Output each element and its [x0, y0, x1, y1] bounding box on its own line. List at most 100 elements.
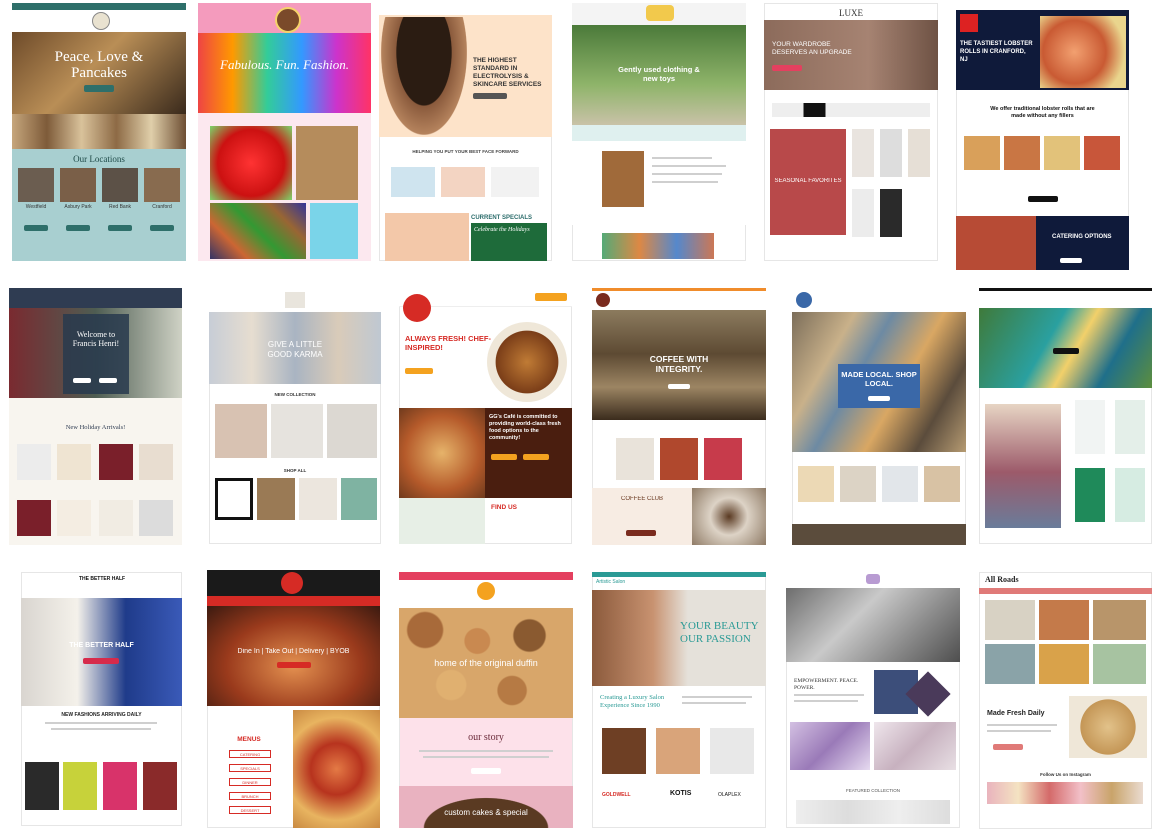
hero-button[interactable] — [473, 93, 507, 99]
featured-image — [985, 404, 1061, 528]
tile-resort-fashion[interactable] — [979, 288, 1152, 544]
hero-image — [198, 33, 371, 113]
tile-good-karma-boutique[interactable]: GIVE A LITTLE GOOD KARMA NEW COLLECTION … — [209, 288, 381, 544]
product-image — [1075, 468, 1105, 522]
hero-button[interactable] — [405, 368, 433, 374]
tile-pancake-restaurant[interactable]: Peace, Love & Pancakes Our Locations Wes… — [12, 3, 186, 261]
section-title: HELPING YOU PUT YOUR BEST FACE FORWARD — [412, 149, 519, 154]
product-image — [310, 203, 358, 259]
menu-link[interactable]: SPECIALS — [229, 764, 271, 772]
location-photo — [18, 168, 54, 202]
location-button[interactable] — [66, 225, 90, 231]
tile-pizzeria[interactable]: Dine In | Take Out | Delivery | BYOB MEN… — [207, 570, 380, 828]
tile-kids-consignment[interactable]: Gently used clothing & new toys — [572, 3, 746, 261]
menu-image — [1084, 136, 1120, 170]
findus-title: FIND US — [491, 504, 517, 511]
tile-made-local-shop[interactable]: MADE LOCAL. SHOP LOCAL. — [792, 288, 966, 545]
hero-button[interactable] — [83, 658, 119, 664]
nav-bar — [979, 288, 1152, 308]
product-image — [327, 404, 377, 458]
tile-hair-salon[interactable]: Artistic Salon YOUR BEAUTY OUR PASSION C… — [592, 572, 766, 828]
cake-title: custom cakes & special — [444, 808, 528, 817]
product-image — [139, 500, 173, 536]
product-image — [1115, 400, 1145, 454]
section-title: NEW COLLECTION — [274, 392, 316, 397]
collection-image — [790, 722, 870, 770]
tile-luxe-boutique[interactable]: LUXE YOUR WARDROBE DESERVES AN UPGRADE S… — [764, 3, 938, 261]
tile-skincare-salon[interactable]: THE HIGHEST STANDARD IN ELECTROLYSIS & S… — [379, 3, 552, 261]
story-button[interactable] — [471, 768, 501, 774]
product-image — [103, 762, 137, 810]
coffee-cup-image — [692, 488, 766, 545]
hero-button[interactable] — [73, 378, 91, 383]
order-button[interactable] — [535, 293, 567, 301]
hero-button[interactable] — [1053, 348, 1079, 354]
hero-button[interactable] — [668, 384, 690, 389]
section-title: NEW FASHIONS ARRIVING DAILY — [61, 712, 142, 718]
hero-image — [786, 588, 960, 662]
menu-link[interactable]: DESSERT — [229, 806, 271, 814]
product-image — [57, 444, 91, 480]
tile-better-half-boutique[interactable]: THE BETTER HALF THE BETTER HALF NEW FASH… — [21, 572, 182, 826]
hero-button[interactable] — [99, 378, 117, 383]
logo-icon — [281, 572, 303, 594]
menu-link[interactable]: BRUNCH — [229, 792, 271, 800]
burger-image — [487, 322, 567, 402]
hero-title: GIVE A LITTLE GOOD KARMA — [267, 340, 323, 359]
hero-title: THE BETTER HALF — [69, 642, 134, 649]
location-button[interactable] — [150, 225, 174, 231]
location-photo — [60, 168, 96, 202]
storefront-image — [602, 151, 644, 207]
catering-button[interactable] — [1060, 258, 1082, 263]
tile-lobster-shack[interactable]: THE TASTIEST LOBSTER ROLLS IN CRANFORD, … — [956, 10, 1129, 270]
location-button[interactable] — [24, 225, 48, 231]
cookie-image — [1069, 696, 1147, 758]
tile-bakery[interactable]: home of the original duffin our story cu… — [399, 572, 573, 828]
hero-button[interactable] — [84, 85, 114, 92]
hero-button[interactable] — [277, 662, 311, 668]
club-button[interactable] — [626, 530, 656, 536]
tile-gg-cafe[interactable]: ALWAYS FRESH! CHEF-INSPIRED! GG's Café i… — [399, 288, 572, 544]
top-bar — [399, 572, 573, 580]
product-image — [143, 762, 177, 810]
logo-icon — [275, 7, 301, 33]
location-photo — [144, 168, 180, 202]
product-image — [210, 126, 292, 200]
product-image — [296, 126, 358, 200]
menu-link[interactable]: CATERING — [229, 750, 271, 758]
product-image — [341, 478, 377, 520]
hero-image — [1040, 16, 1126, 88]
product-image — [616, 438, 654, 480]
service-image — [656, 728, 700, 774]
service-image — [710, 728, 754, 774]
nav-bar — [592, 288, 766, 310]
tile-crystal-sanctuary[interactable]: EMPOWERMENT. PEACE. POWER. FEATURED COLL… — [786, 572, 960, 828]
section-title: MENUS — [237, 736, 261, 743]
tile-all-roads-bakery[interactable]: All Roads Made Fresh Daily Follow Us on … — [979, 572, 1152, 829]
product-image — [908, 129, 930, 177]
tile-coffee-roaster[interactable]: COFFEE WITH INTEGRITY. COFFEE CLUB — [592, 288, 766, 545]
hero-button[interactable] — [772, 65, 802, 71]
hero-title: Gently used clothing & new toys — [618, 65, 700, 83]
menu-button[interactable] — [1028, 196, 1058, 202]
product-image — [880, 129, 902, 177]
section-title: Creating a Luxury Salon Experience Since… — [600, 694, 665, 709]
section-title: COFFEE CLUB — [620, 496, 663, 502]
category-image — [924, 466, 960, 502]
shop-button[interactable] — [993, 744, 1023, 750]
mission-button[interactable] — [523, 454, 549, 460]
menu-link[interactable]: DINNER — [229, 778, 271, 786]
store-logo — [215, 478, 253, 520]
catering-title: CATERING OPTIONS — [1052, 234, 1112, 240]
tile-candy-shop[interactable]: Fabulous. Fun. Fashion. — [198, 3, 371, 261]
location-button[interactable] — [108, 225, 132, 231]
brand-logo: GOLDWELL — [602, 792, 631, 798]
product-image — [17, 500, 51, 536]
food-strip — [12, 114, 186, 149]
product-image — [257, 478, 295, 520]
tile-children-boutique[interactable]: Welcome to Francis Henri! New Holiday Ar… — [9, 288, 182, 545]
product-image — [215, 404, 267, 458]
hero-button[interactable] — [868, 396, 890, 401]
mission-button[interactable] — [491, 454, 517, 460]
logo-icon — [477, 582, 495, 600]
